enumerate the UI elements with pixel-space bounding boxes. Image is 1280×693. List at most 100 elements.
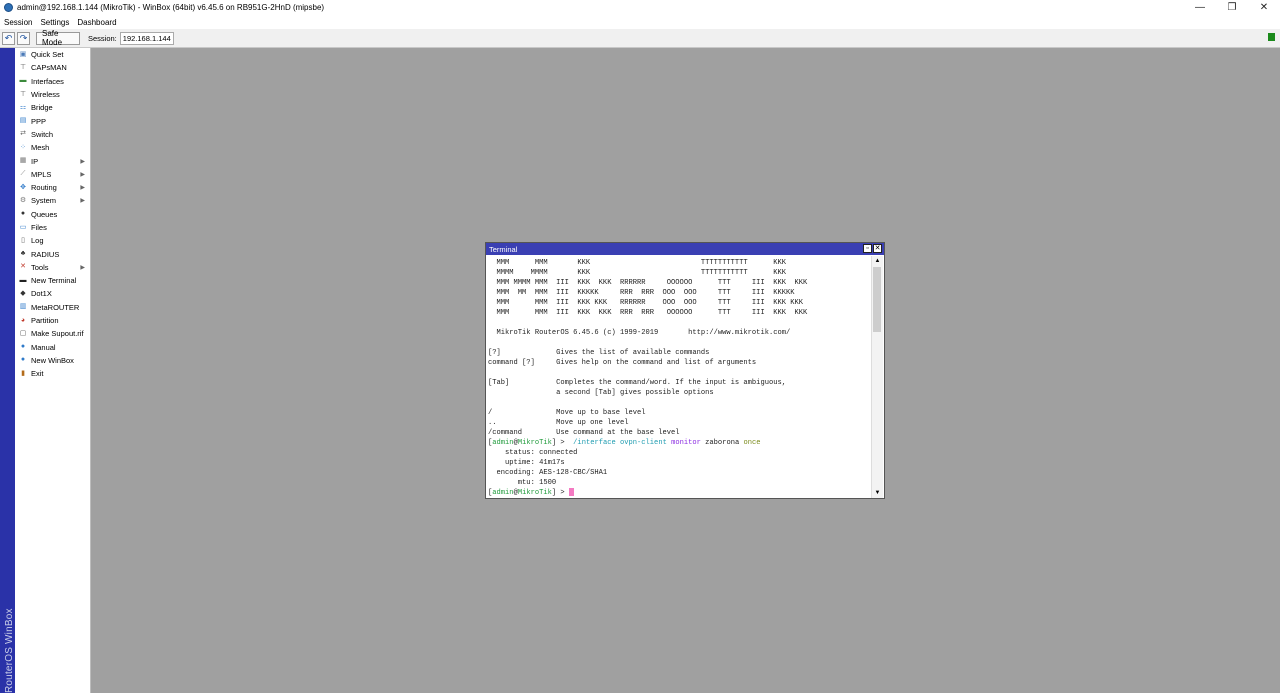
window-title: admin@192.168.1.144 (MikroTik) - WinBox …: [17, 3, 325, 12]
sidebar-item-interfaces[interactable]: ▬ Interfaces: [15, 75, 90, 88]
sidebar-item-new-winbox[interactable]: ● New WinBox: [15, 354, 90, 367]
sidebar-item-switch[interactable]: ⇄ Switch: [15, 128, 90, 141]
sidebar-item-label: IP: [31, 156, 39, 166]
ppp-icon: ▤: [19, 117, 27, 125]
terminal-line: MMM MMM III KKK KKK RRR RRR OOOOOO TTT I…: [488, 309, 808, 317]
menu-settings[interactable]: Settings: [36, 18, 73, 27]
terminal-segment: MMM MMM III KKK KKK RRR RRR OOOOOO TTT I…: [488, 309, 808, 317]
sidebar-item-log[interactable]: ▯ Log: [15, 234, 90, 247]
winbox-app-icon: [4, 3, 13, 12]
minimize-button[interactable]: —: [1184, 0, 1216, 15]
restore-button[interactable]: ❐: [1216, 0, 1248, 15]
terminal-line: a second [Tab] gives possible options: [488, 389, 714, 397]
terminal-line: MMMM MMMM KKK TTTTTTTTTTT KKK: [488, 269, 787, 277]
exit-icon: ▮: [21, 369, 25, 377]
terminal-line: [admin@MikroTik] >: [488, 488, 574, 497]
sidebar-item-ip[interactable]: ▦ IP ▶: [15, 154, 90, 167]
sidebar-item-system[interactable]: ⚙ System ▶: [15, 194, 90, 207]
terminal-segment: uptime: 41m17s: [488, 459, 565, 467]
sidebar-item-label: Make Supout.rif: [31, 329, 84, 339]
gear-icon: ⚙: [19, 196, 27, 204]
sidebar-item-label: Tools: [31, 262, 49, 272]
terminal-segment: a second [Tab] gives possible options: [488, 389, 714, 397]
sidebar-item-exit[interactable]: ▮ Exit: [15, 367, 90, 380]
sidebar-item-radius[interactable]: ♣ RADIUS: [15, 247, 90, 260]
terminal-segment: MMM MM MMM III KKKKK RRR RRR OOO OOO TTT…: [488, 289, 795, 297]
winbox-icon: ●: [20, 356, 26, 364]
terminal-window[interactable]: Terminal ▫ ✕ MMM MMM KKK TTTTTTTTTTT KKK…: [485, 242, 885, 499]
routing-icon: ✥: [20, 183, 26, 191]
scrollbar-thumb[interactable]: [873, 267, 881, 332]
sidebar-item-mesh[interactable]: ⁘ Mesh: [15, 141, 90, 154]
connection-status-indicator: [1268, 33, 1275, 41]
terminal-line: MMM MMM KKK TTTTTTTTTTT KKK: [488, 259, 787, 267]
sidebar-item-wireless[interactable]: ⊤ Wireless: [15, 88, 90, 101]
terminal-segment: MikroTik: [517, 489, 552, 497]
sidebar-item-mpls[interactable]: ⟋ MPLS ▶: [15, 168, 90, 181]
sidebar-item-new-terminal[interactable]: ▬ New Terminal: [15, 274, 90, 287]
close-button[interactable]: ✕: [1248, 0, 1280, 15]
session-field[interactable]: 192.168.1.144: [119, 31, 174, 45]
sidebar-item-quick-set[interactable]: ▣ Quick Set: [15, 48, 90, 61]
terminal-output[interactable]: MMM MMM KKK TTTTTTTTTTT KKK MMMM MMMM KK…: [486, 255, 872, 498]
sidebar-item-label: Switch: [31, 129, 54, 139]
scroll-up-button[interactable]: ▲: [872, 256, 883, 266]
terminal-segment: ] >: [551, 439, 569, 447]
wireless-icon: ⊤: [19, 90, 27, 98]
terminal-line: MMM MM MMM III KKKKK RRR RRR OOO OOO TTT…: [488, 289, 795, 297]
sidebar-item-label: Log: [31, 236, 44, 246]
sidebar-item-dot1x[interactable]: ◆ Dot1X: [15, 287, 90, 300]
terminal-segment: /command Use command at the base level: [488, 429, 680, 437]
scroll-down-button[interactable]: ▼: [872, 488, 883, 498]
terminal-segment: MMMM MMMM KKK TTTTTTTTTTT KKK: [488, 269, 787, 277]
submenu-arrow-icon: ▶: [80, 198, 85, 205]
safe-mode-button[interactable]: Safe Mode: [36, 29, 80, 47]
submenu-arrow-icon: ▶: [80, 158, 85, 165]
redo-button[interactable]: ↷: [17, 31, 30, 45]
menu-dashboard[interactable]: Dashboard: [73, 18, 120, 27]
sidebar-item-capsman[interactable]: ⊤ CAPsMAN: [15, 61, 90, 74]
sidebar-item-label: Manual: [31, 342, 56, 352]
sidebar-item-files[interactable]: ▭ Files: [15, 221, 90, 234]
window-titlebar: admin@192.168.1.144 (MikroTik) - WinBox …: [0, 0, 1280, 15]
sidebar-item-partition[interactable]: ◕ Partition: [15, 314, 90, 327]
terminal-title: Terminal: [489, 244, 518, 254]
sidebar-item-routing[interactable]: ✥ Routing ▶: [15, 181, 90, 194]
folder-icon: ▭: [19, 223, 27, 231]
bridge-icon: ⚏: [19, 103, 27, 111]
terminal-scrollbar[interactable]: ▲ ▼: [871, 256, 883, 498]
sidebar-item-label: CAPsMAN: [31, 63, 67, 73]
sidebar-item-ppp[interactable]: ▤ PPP: [15, 114, 90, 127]
sidebar-item-bridge[interactable]: ⚏ Bridge: [15, 101, 90, 114]
toolbar: ↶ ↷ Safe Mode Session: 192.168.1.144: [0, 29, 1280, 48]
sidebar-item-manual[interactable]: ● Manual: [15, 341, 90, 354]
terminal-line: encoding: AES-128-CBC/SHA1: [488, 469, 608, 477]
sidebar-item-tools[interactable]: ✕ Tools ▶: [15, 261, 90, 274]
terminal-segment: status: connected: [488, 449, 578, 457]
sidebar-item-queues[interactable]: ● Queues: [15, 208, 90, 221]
sidebar-item-label: RADIUS: [31, 249, 60, 259]
terminal-line: uptime: 41m17s: [488, 459, 565, 467]
submenu-arrow-icon: ▶: [80, 171, 85, 178]
window-controls: — ❐ ✕: [1184, 0, 1280, 15]
sidebar-item-metarouter[interactable]: ▥ MetaROUTER: [15, 301, 90, 314]
queues-icon: ●: [20, 210, 26, 218]
terminal-icon: ▬: [19, 276, 27, 284]
terminal-line: MMM MMM III KKK KKK RRRRRR OOO OOO TTT I…: [488, 299, 804, 307]
sidebar-item-label: Dot1X: [31, 289, 52, 299]
terminal-titlebar[interactable]: Terminal ▫ ✕: [486, 243, 884, 255]
undo-button[interactable]: ↶: [2, 31, 15, 45]
terminal-line: [admin@MikroTik] > /interface ovpn-clien…: [488, 439, 761, 447]
sidebar-item-label: Quick Set: [31, 50, 64, 60]
menu-session[interactable]: Session: [0, 18, 36, 27]
terminal-restore-button[interactable]: ▫: [863, 244, 872, 253]
sidebar-item-make-supout-rif[interactable]: ▢ Make Supout.rif: [15, 327, 90, 340]
tools-icon: ✕: [20, 263, 26, 271]
terminal-segment: / Move up to base level: [488, 409, 646, 417]
terminal-line: [Tab] Completes the command/word. If the…: [488, 379, 786, 387]
terminal-line: status: connected: [488, 449, 577, 457]
sidebar-item-label: Exit: [31, 369, 44, 379]
sidebar-item-label: System: [31, 196, 57, 206]
sidebar-item-label: Routing: [31, 183, 57, 193]
terminal-close-button[interactable]: ✕: [873, 244, 882, 253]
